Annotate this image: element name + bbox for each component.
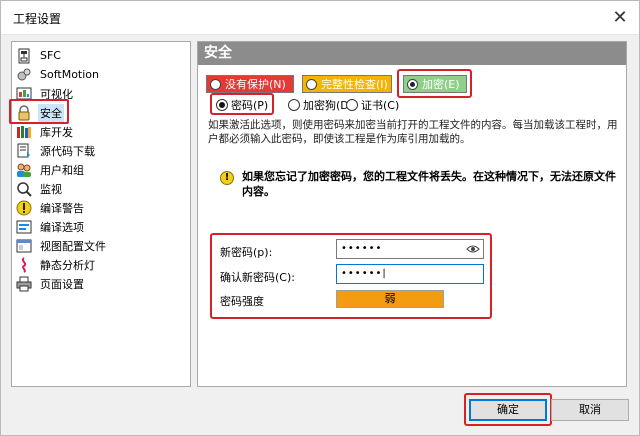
- highlight-box-password: [210, 93, 274, 115]
- nav-item-monitor[interactable]: 监视: [16, 179, 188, 198]
- nav-item-compile-options[interactable]: 编译选项: [16, 217, 188, 236]
- mode-label: 完整性检查(I): [321, 78, 388, 91]
- mode-label: 没有保护(N): [225, 78, 286, 91]
- users-icon: [17, 163, 31, 177]
- nav-item-label: 用户和组: [40, 163, 84, 177]
- nav-item-label: 静态分析灯: [40, 258, 95, 272]
- nav-item-label: SFC: [40, 49, 61, 62]
- project-settings-dialog: 工程设置 ✕ SFC SoftMotion 可视化 安全 库开发 源代码下载 用…: [0, 0, 640, 436]
- mode-no-protection[interactable]: 没有保护(N): [206, 75, 294, 93]
- category-list: SFC SoftMotion 可视化 安全 库开发 源代码下载 用户和组 监视: [11, 41, 191, 387]
- highlight-box-security: [9, 99, 69, 124]
- close-icon[interactable]: ✕: [607, 5, 633, 31]
- security-panel: 安全 没有保护(N) 完整性检查(I) 加密(E) 密码(P) 加密狗(D) 证…: [197, 41, 627, 387]
- panel-header: 安全: [198, 42, 626, 65]
- nav-item-label: 源代码下载: [40, 144, 95, 158]
- radio-dongle[interactable]: 加密狗(D): [288, 97, 353, 113]
- nav-item-view-profiles[interactable]: 视图配置文件: [16, 236, 188, 255]
- nav-item-label: 监视: [40, 182, 62, 196]
- window-title: 工程设置: [13, 12, 62, 26]
- cancel-button[interactable]: 取消: [551, 399, 629, 421]
- highlight-box-password-fields: [210, 233, 492, 319]
- softmotion-icon: [17, 68, 31, 80]
- radio-indicator: [346, 99, 358, 111]
- radio-certificate[interactable]: 证书(C): [346, 97, 399, 113]
- nav-item-label: 视图配置文件: [40, 239, 106, 253]
- highlight-box-encryption: [397, 69, 472, 98]
- highlight-box-ok: [464, 393, 552, 426]
- radio-indicator: [210, 78, 221, 90]
- warning-message: ! 如果您忘记了加密密码，您的工程文件将丢失。在这种情况下，无法还原文件内容。: [220, 169, 620, 199]
- nav-item-label: 库开发: [40, 125, 73, 139]
- sfc-icon: [18, 48, 30, 63]
- nav-item-page-setup[interactable]: 页面设置: [16, 274, 188, 293]
- library-icon: [17, 125, 31, 138]
- compile-options-icon: [16, 220, 32, 233]
- encryption-description: 如果激活此选项，则使用密码来加密当前打开的工程文件的内容。每当加载该工程时，用户…: [208, 119, 618, 145]
- static-analysis-icon: [21, 256, 27, 273]
- nav-item-library-dev[interactable]: 库开发: [16, 122, 188, 141]
- nav-item-sfc[interactable]: SFC: [16, 46, 188, 65]
- nav-item-static-analysis[interactable]: 静态分析灯: [16, 255, 188, 274]
- warning-icon: !: [220, 171, 234, 185]
- warning-text: 如果您忘记了加密密码，您的工程文件将丢失。在这种情况下，无法还原文件内容。: [242, 170, 616, 198]
- mode-integrity-check[interactable]: 完整性检查(I): [302, 75, 392, 93]
- view-profile-icon: [16, 239, 32, 252]
- nav-item-softmotion[interactable]: SoftMotion: [16, 65, 188, 84]
- nav-item-users-groups[interactable]: 用户和组: [16, 160, 188, 179]
- printer-icon: [16, 276, 32, 291]
- monitor-icon: [17, 181, 32, 197]
- nav-item-compile-warnings[interactable]: 编译警告: [16, 198, 188, 217]
- radio-indicator: [288, 99, 300, 111]
- radio-label: 证书(C): [361, 99, 400, 112]
- title-bar: 工程设置 ✕: [1, 1, 639, 35]
- nav-item-label: 页面设置: [40, 277, 84, 291]
- nav-item-label: 编译警告: [40, 201, 84, 215]
- warning-icon: [16, 200, 32, 215]
- nav-item-label: SoftMotion: [40, 68, 99, 81]
- nav-item-source-download[interactable]: 源代码下载: [16, 141, 188, 160]
- nav-item-label: 编译选项: [40, 220, 84, 234]
- radio-indicator: [306, 78, 317, 90]
- source-download-icon: [17, 143, 30, 158]
